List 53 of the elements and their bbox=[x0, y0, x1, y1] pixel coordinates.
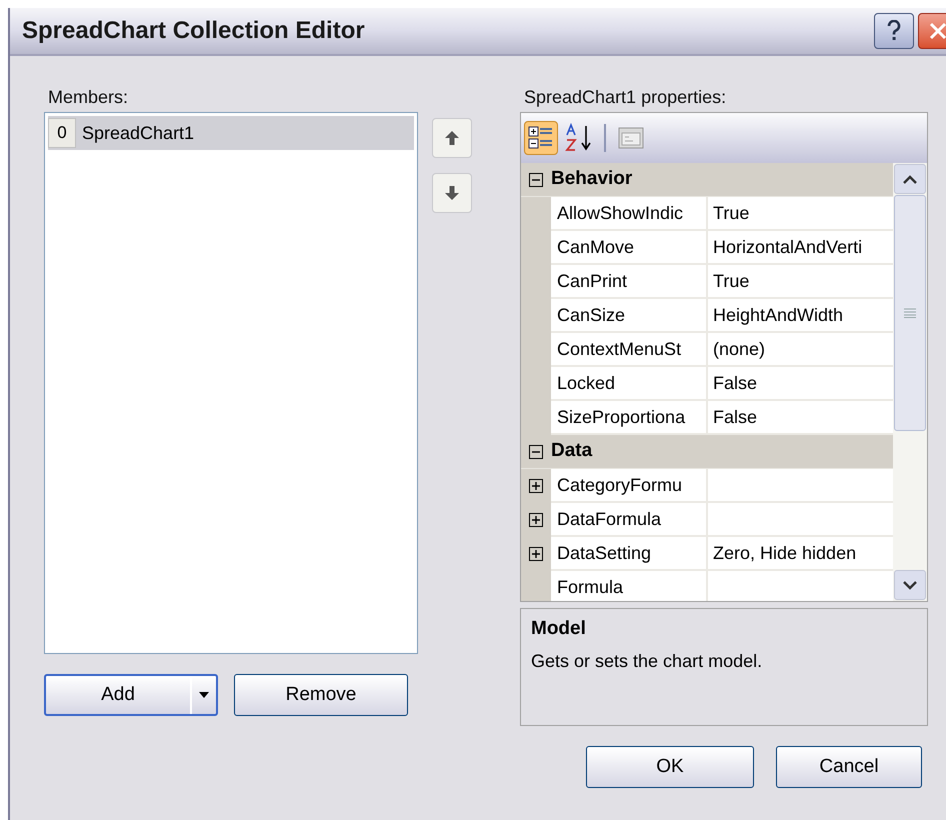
property-value[interactable]: True bbox=[708, 197, 893, 231]
question-mark-icon bbox=[887, 20, 901, 42]
property-value[interactable]: (none) bbox=[708, 333, 893, 367]
property-name[interactable]: Locked bbox=[551, 367, 708, 401]
property-name[interactable]: AllowShowIndic bbox=[551, 197, 708, 231]
vertical-scrollbar[interactable] bbox=[893, 163, 927, 601]
property-name[interactable]: CategoryFormu bbox=[551, 469, 708, 503]
property-value[interactable]: True bbox=[708, 265, 893, 299]
chevron-down-icon bbox=[903, 580, 917, 590]
property-value[interactable]: False bbox=[708, 401, 893, 435]
help-button[interactable] bbox=[874, 13, 914, 49]
property-value[interactable]: Zero, Hide hidden bbox=[708, 537, 893, 571]
grip-icon bbox=[904, 308, 916, 318]
property-name[interactable]: DataFormula bbox=[551, 503, 708, 537]
property-name[interactable]: CanMove bbox=[551, 231, 708, 265]
remove-button[interactable]: Remove bbox=[234, 674, 408, 716]
property-name[interactable]: ContextMenuSt bbox=[551, 333, 708, 367]
down-arrow-icon bbox=[444, 185, 460, 201]
properties-label: SpreadChart1 properties: bbox=[524, 86, 728, 108]
expand-icon[interactable] bbox=[529, 479, 543, 493]
property-value[interactable]: HeightAndWidth bbox=[708, 299, 893, 333]
scroll-down-button[interactable] bbox=[894, 570, 926, 600]
expand-icon[interactable] bbox=[529, 547, 543, 561]
move-down-button[interactable] bbox=[432, 173, 472, 213]
close-icon bbox=[928, 21, 946, 41]
property-name[interactable]: Formula bbox=[551, 571, 708, 601]
up-arrow-icon bbox=[444, 130, 460, 146]
close-button[interactable] bbox=[918, 13, 946, 49]
description-title: Model bbox=[531, 617, 587, 641]
property-value[interactable]: HorizontalAndVerti bbox=[708, 231, 893, 265]
window-title: SpreadChart Collection Editor bbox=[22, 16, 365, 46]
cancel-button[interactable]: Cancel bbox=[776, 746, 922, 788]
expand-icon[interactable] bbox=[529, 513, 543, 527]
dropdown-arrow-icon bbox=[199, 692, 209, 698]
description-text: Gets or sets the chart model. bbox=[531, 650, 764, 672]
property-value[interactable]: False bbox=[708, 367, 893, 401]
categorized-view-button[interactable] bbox=[524, 121, 558, 155]
index-badge: 0 bbox=[48, 118, 76, 148]
ok-button[interactable]: OK bbox=[586, 746, 754, 788]
property-name[interactable]: CanPrint bbox=[551, 265, 708, 299]
category-name: Behavior bbox=[551, 167, 632, 192]
add-button[interactable]: Add bbox=[44, 674, 218, 716]
member-item[interactable]: 0 SpreadChart1 bbox=[48, 116, 414, 150]
members-label: Members: bbox=[48, 86, 130, 108]
property-name[interactable]: CanSize bbox=[551, 299, 708, 333]
scroll-up-button[interactable] bbox=[894, 164, 926, 194]
scrollbar-thumb[interactable] bbox=[894, 195, 926, 431]
property-name[interactable]: SizeProportiona bbox=[551, 401, 708, 435]
property-name[interactable]: DataSetting bbox=[551, 537, 708, 571]
member-name: SpreadChart1 bbox=[82, 122, 194, 145]
category-name: Data bbox=[551, 439, 592, 464]
move-up-button[interactable] bbox=[432, 118, 472, 158]
chevron-up-icon bbox=[903, 174, 917, 184]
